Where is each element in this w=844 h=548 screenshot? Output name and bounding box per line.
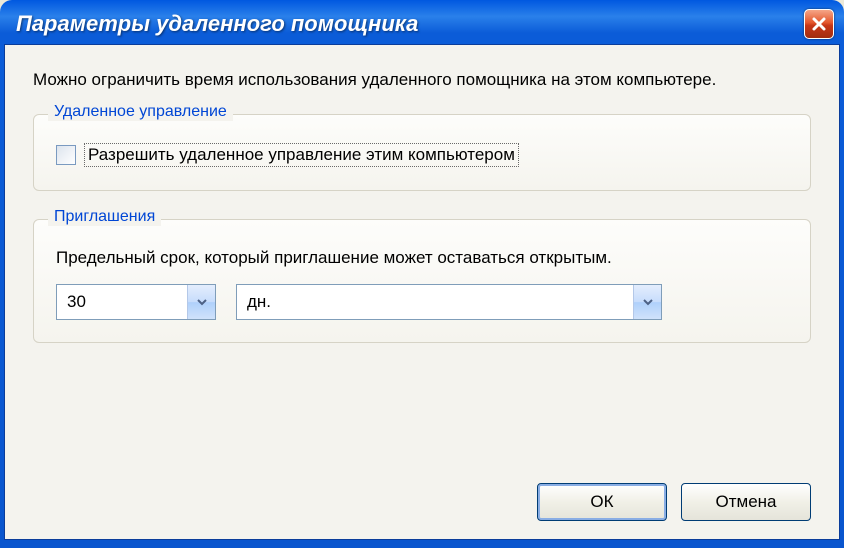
dropdown-number-value: 30 xyxy=(57,292,96,312)
checkbox-row: Разрешить удаленное управление этим комп… xyxy=(56,143,519,167)
groupbox-invitations: Приглашения Предельный срок, который при… xyxy=(33,219,811,343)
cancel-button[interactable]: Отмена xyxy=(681,483,811,521)
dropdown-row: 30 дн. xyxy=(56,284,788,320)
window-title: Параметры удаленного помощника xyxy=(16,11,418,37)
ok-button[interactable]: ОК xyxy=(537,483,667,521)
allow-remote-control-label[interactable]: Разрешить удаленное управление этим комп… xyxy=(84,143,519,167)
invitation-description: Предельный срок, который приглашение мож… xyxy=(56,248,788,268)
allow-remote-control-checkbox[interactable] xyxy=(56,145,76,165)
dialog-window: Параметры удаленного помощника Можно огр… xyxy=(0,0,844,548)
close-icon xyxy=(811,16,827,32)
groupbox-remote-control: Удаленное управление Разрешить удаленное… xyxy=(33,114,811,191)
dropdown-arrow-button[interactable] xyxy=(633,285,661,319)
client-area: Можно ограничить время использования уда… xyxy=(4,44,840,540)
dropdown-unit-value: дн. xyxy=(237,292,281,312)
groupbox-remote-legend: Удаленное управление xyxy=(48,103,233,121)
invitation-duration-unit-dropdown[interactable]: дн. xyxy=(236,284,662,320)
dropdown-arrow-button[interactable] xyxy=(187,285,215,319)
intro-text: Можно ограничить время использования уда… xyxy=(33,69,811,92)
chevron-down-icon xyxy=(642,296,654,308)
groupbox-invite-legend: Приглашения xyxy=(48,208,161,226)
chevron-down-icon xyxy=(196,296,208,308)
close-button[interactable] xyxy=(804,9,834,39)
invitation-duration-number-dropdown[interactable]: 30 xyxy=(56,284,216,320)
titlebar[interactable]: Параметры удаленного помощника xyxy=(4,4,840,44)
dialog-button-row: ОК Отмена xyxy=(537,483,811,521)
